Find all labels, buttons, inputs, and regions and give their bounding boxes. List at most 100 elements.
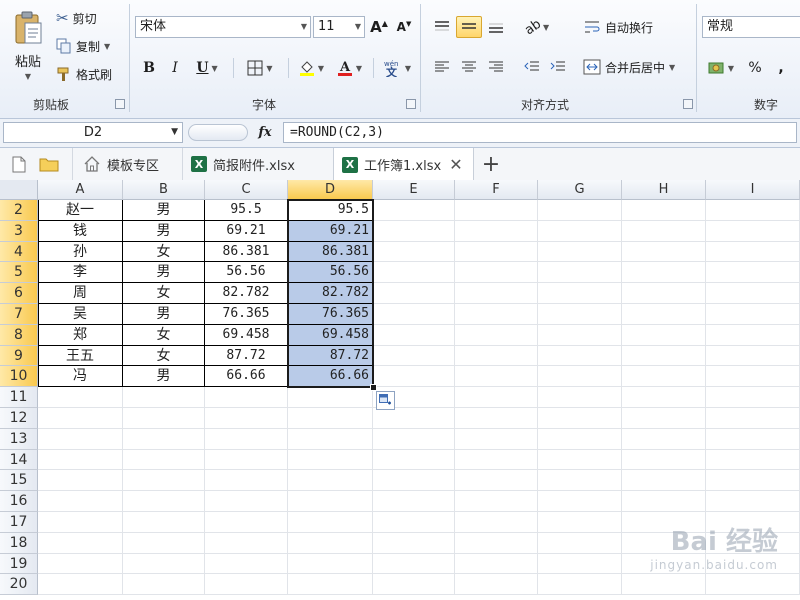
select-all-corner[interactable] (0, 180, 38, 200)
font-name-combo[interactable]: 宋体 ▼ (135, 16, 311, 38)
grid-cell[interactable] (373, 512, 455, 533)
column-header-h[interactable]: H (622, 180, 706, 200)
grid-cell[interactable] (622, 262, 706, 284)
paste-button[interactable]: 粘贴 ▼ (6, 4, 50, 88)
column-header-b[interactable]: B (123, 180, 205, 200)
increase-indent-button[interactable] (546, 56, 570, 78)
clipboard-dialog-launcher[interactable] (115, 99, 125, 109)
row-header[interactable]: 2 (0, 200, 38, 221)
table-cell[interactable]: 86.381 (205, 241, 288, 263)
grid-cell[interactable] (455, 574, 538, 596)
row-header[interactable]: 3 (0, 220, 38, 242)
row-header[interactable]: 19 (0, 553, 38, 575)
grid-cell[interactable] (373, 470, 455, 492)
merge-center-button[interactable]: 合并后居中 ▼ (583, 56, 691, 78)
grid-cell[interactable] (622, 304, 706, 325)
table-cell[interactable]: 95.5 (288, 200, 373, 221)
grid-cell[interactable] (622, 345, 706, 367)
grid-cell[interactable] (38, 553, 123, 575)
grid-cell[interactable] (455, 449, 538, 471)
grid-cell[interactable] (538, 532, 622, 554)
grid-cell[interactable] (622, 408, 706, 429)
grid-cell[interactable] (538, 512, 622, 533)
table-cell[interactable]: 87.72 (288, 345, 373, 367)
grid-cell[interactable] (538, 491, 622, 512)
row-header[interactable]: 6 (0, 283, 38, 304)
table-cell[interactable]: 郑 (38, 324, 123, 346)
grid-cell[interactable] (373, 304, 455, 325)
row-header[interactable]: 4 (0, 241, 38, 263)
table-cell[interactable]: 孙 (38, 241, 123, 263)
wrap-text-button[interactable]: 自动换行 (583, 16, 669, 38)
table-cell[interactable]: 男 (123, 200, 205, 221)
grid-cell[interactable] (538, 553, 622, 575)
row-header[interactable]: 10 (0, 366, 38, 388)
grid-cell[interactable] (373, 262, 455, 284)
grid-cell[interactable] (373, 491, 455, 512)
grid-cell[interactable] (455, 428, 538, 450)
grid-cell[interactable] (455, 220, 538, 242)
format-painter-button[interactable]: 格式刷 (56, 63, 126, 85)
grid-cell[interactable] (622, 470, 706, 492)
grid-cell[interactable] (538, 345, 622, 367)
grid-cell[interactable] (123, 491, 205, 512)
table-cell[interactable]: 男 (123, 304, 205, 325)
column-header-c[interactable]: C (205, 180, 288, 200)
table-cell[interactable]: 56.56 (288, 262, 373, 284)
grid-cell[interactable] (455, 324, 538, 346)
row-header[interactable]: 17 (0, 512, 38, 533)
percent-button[interactable]: % (744, 57, 766, 79)
row-header[interactable]: 14 (0, 449, 38, 471)
table-cell[interactable]: 76.365 (205, 304, 288, 325)
comma-style-button[interactable]: , (770, 57, 792, 79)
grid-cell[interactable] (288, 408, 373, 429)
grid-cell[interactable] (455, 200, 538, 221)
grid-cell[interactable] (538, 574, 622, 596)
grid-cell[interactable] (622, 283, 706, 304)
grid-cell[interactable] (622, 324, 706, 346)
row-header[interactable]: 5 (0, 262, 38, 284)
grid-cell[interactable] (706, 408, 800, 429)
grid-cell[interactable] (38, 449, 123, 471)
grid-cell[interactable] (373, 428, 455, 450)
grid-cell[interactable] (706, 200, 800, 221)
fill-color-button[interactable]: ▼ (294, 57, 328, 79)
grid-cell[interactable] (288, 532, 373, 554)
table-cell[interactable]: 王五 (38, 345, 123, 367)
grid-cell[interactable] (622, 200, 706, 221)
grid-cell[interactable] (123, 408, 205, 429)
table-cell[interactable]: 66.66 (288, 366, 373, 388)
align-top-button[interactable] (430, 16, 454, 38)
font-dialog-launcher[interactable] (406, 99, 416, 109)
table-cell[interactable]: 女 (123, 283, 205, 304)
grid-cell[interactable] (706, 387, 800, 408)
grid-cell[interactable] (622, 366, 706, 388)
grid-cell[interactable] (538, 324, 622, 346)
table-cell[interactable]: 男 (123, 262, 205, 284)
grid-cell[interactable] (373, 532, 455, 554)
grid-cell[interactable] (706, 366, 800, 388)
row-header[interactable]: 20 (0, 574, 38, 596)
grid-cell[interactable] (38, 428, 123, 450)
table-cell[interactable]: 男 (123, 366, 205, 388)
shrink-font-button[interactable]: A▼ (393, 16, 415, 38)
grid-cell[interactable] (123, 428, 205, 450)
column-header-i[interactable]: I (706, 180, 800, 200)
table-cell[interactable]: 95.5 (205, 200, 288, 221)
grid-cell[interactable] (288, 553, 373, 575)
grid-cell[interactable] (538, 262, 622, 284)
grid-cell[interactable] (373, 366, 455, 388)
grid-cell[interactable] (706, 241, 800, 263)
tab-template-zone[interactable]: 模板专区 (72, 148, 182, 180)
table-cell[interactable]: 冯 (38, 366, 123, 388)
grid-cell[interactable] (373, 574, 455, 596)
table-cell[interactable]: 87.72 (205, 345, 288, 367)
grid-cell[interactable] (205, 470, 288, 492)
cut-button[interactable]: ✂ 剪切 (56, 7, 126, 29)
underline-button[interactable]: U ▼ (190, 57, 224, 79)
formula-bar-resize-handle[interactable] (188, 124, 248, 141)
bold-button[interactable]: B (138, 57, 160, 79)
grid-cell[interactable] (373, 200, 455, 221)
grid-cell[interactable] (622, 387, 706, 408)
grid-cell[interactable] (123, 449, 205, 471)
